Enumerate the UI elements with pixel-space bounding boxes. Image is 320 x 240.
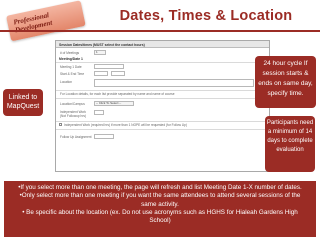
independent-work-input[interactable] bbox=[94, 110, 104, 115]
evaluation-callout: Participants need a minimum of 14 days t… bbox=[265, 116, 315, 172]
meeting-date-input[interactable] bbox=[94, 64, 124, 69]
time-cycle-callout: 24 hour cycle If session starts & ends o… bbox=[255, 56, 316, 108]
start-end-time-label: Start & End Time bbox=[60, 72, 85, 76]
divider bbox=[56, 98, 269, 99]
follow-up-input[interactable] bbox=[94, 134, 114, 139]
page-title: Dates, Times & Location bbox=[119, 8, 293, 24]
meeting-heading: Meeting/Date 1 bbox=[59, 57, 83, 61]
divider bbox=[56, 90, 269, 91]
location-campus-select[interactable]: -- Click To Select -- bbox=[94, 101, 134, 106]
location-campus-label: Location/Campus bbox=[60, 102, 85, 106]
meeting-date-label: Meeting 1 Date bbox=[60, 65, 82, 69]
instruction-notes: •If you select more than one meeting, th… bbox=[4, 181, 316, 237]
independent-work-note: Independent Work (required hrs) if more … bbox=[64, 123, 187, 127]
note-line-2: •Only select more than one meeting if yo… bbox=[19, 192, 301, 208]
divider bbox=[56, 62, 269, 63]
location-input[interactable] bbox=[94, 79, 254, 87]
independent-work-checkbox[interactable] bbox=[59, 123, 62, 126]
form-header: Session Dates/times (MUST select the con… bbox=[56, 41, 269, 48]
follow-up-label: Follow Up Assignment bbox=[60, 135, 92, 139]
num-meetings-label: # of Meetings bbox=[60, 51, 80, 55]
note-line-1: •If you select more than one meeting, th… bbox=[18, 184, 302, 191]
num-meetings-select[interactable]: 1 bbox=[94, 50, 106, 55]
location-note: For Location details, for each list prov… bbox=[60, 92, 175, 96]
divider bbox=[56, 121, 269, 122]
start-time-input[interactable] bbox=[94, 71, 108, 76]
note-line-3: • Be specific about the location (ex. Do… bbox=[22, 208, 298, 225]
location-label: Location bbox=[60, 80, 73, 84]
professional-development-ribbon: Professional Development bbox=[6, 0, 86, 42]
divider bbox=[56, 129, 269, 130]
title-divider bbox=[0, 30, 320, 32]
independent-work-label: Independent Work (Not Followup hrs) bbox=[60, 110, 87, 118]
end-time-input[interactable] bbox=[111, 71, 125, 76]
session-dates-form: Session Dates/times (MUST select the con… bbox=[55, 40, 270, 172]
mapquest-callout: Linked to MapQuest bbox=[3, 89, 43, 116]
